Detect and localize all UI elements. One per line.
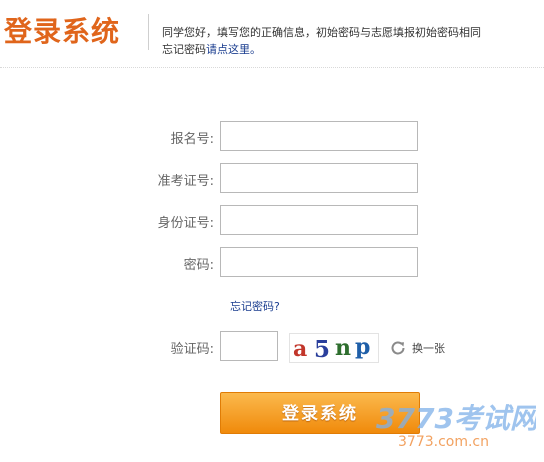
row-password: 密码: [0,247,544,279]
id-number-label: 身份证号: [157,216,214,231]
page-header: 登录系统 同学您好，填写您的正确信息，初始密码与志愿填报初始密码相同 忘记密码请… [0,0,544,66]
row-registration-number: 报名号: [0,121,544,153]
click-here-link[interactable]: 请点这里。 [206,43,261,56]
row-captcha: 验证码: [0,331,544,363]
intro-text: 同学您好，填写您的正确信息，初始密码与志愿填报初始密码相同 忘记密码请点这里。 [162,24,532,58]
captcha-char-4: p [355,334,370,360]
password-input[interactable] [220,247,418,277]
watermark-brand: 3773考试网 [376,402,536,435]
captcha-image[interactable]: a 5 n p [289,333,379,363]
admission-ticket-input[interactable] [220,163,418,193]
refresh-captcha-link[interactable]: 换一张 [412,340,445,356]
page-title: 登录系统 [4,15,121,48]
captcha-char-3: n [335,335,351,361]
captcha-char-2: 5 [314,336,330,362]
registration-number-input[interactable] [220,121,418,151]
row-id-number: 身份证号: [0,205,544,237]
intro-line1: 同学您好，填写您的正确信息，初始密码与志愿填报初始密码相同 [162,26,481,39]
password-label: 密码: [183,258,214,273]
captcha-char-1: a [293,336,307,362]
watermark-url: 3773.com.cn [398,434,489,450]
header-separator [0,67,544,68]
row-admission-ticket: 准考证号: [0,163,544,195]
admission-ticket-label: 准考证号: [157,174,214,189]
captcha-input[interactable] [220,331,278,361]
refresh-icon[interactable] [389,339,407,357]
id-number-input[interactable] [220,205,418,235]
header-divider [148,14,149,50]
captcha-glyphs: a 5 n p [293,334,370,363]
intro-line2-prefix: 忘记密码 [162,43,206,56]
forgot-password-link[interactable]: 忘记密码? [230,298,280,314]
captcha-label: 验证码: [170,342,214,357]
site-watermark: 3773考试网 3773.com.cn [376,402,536,450]
registration-number-label: 报名号: [170,132,214,147]
